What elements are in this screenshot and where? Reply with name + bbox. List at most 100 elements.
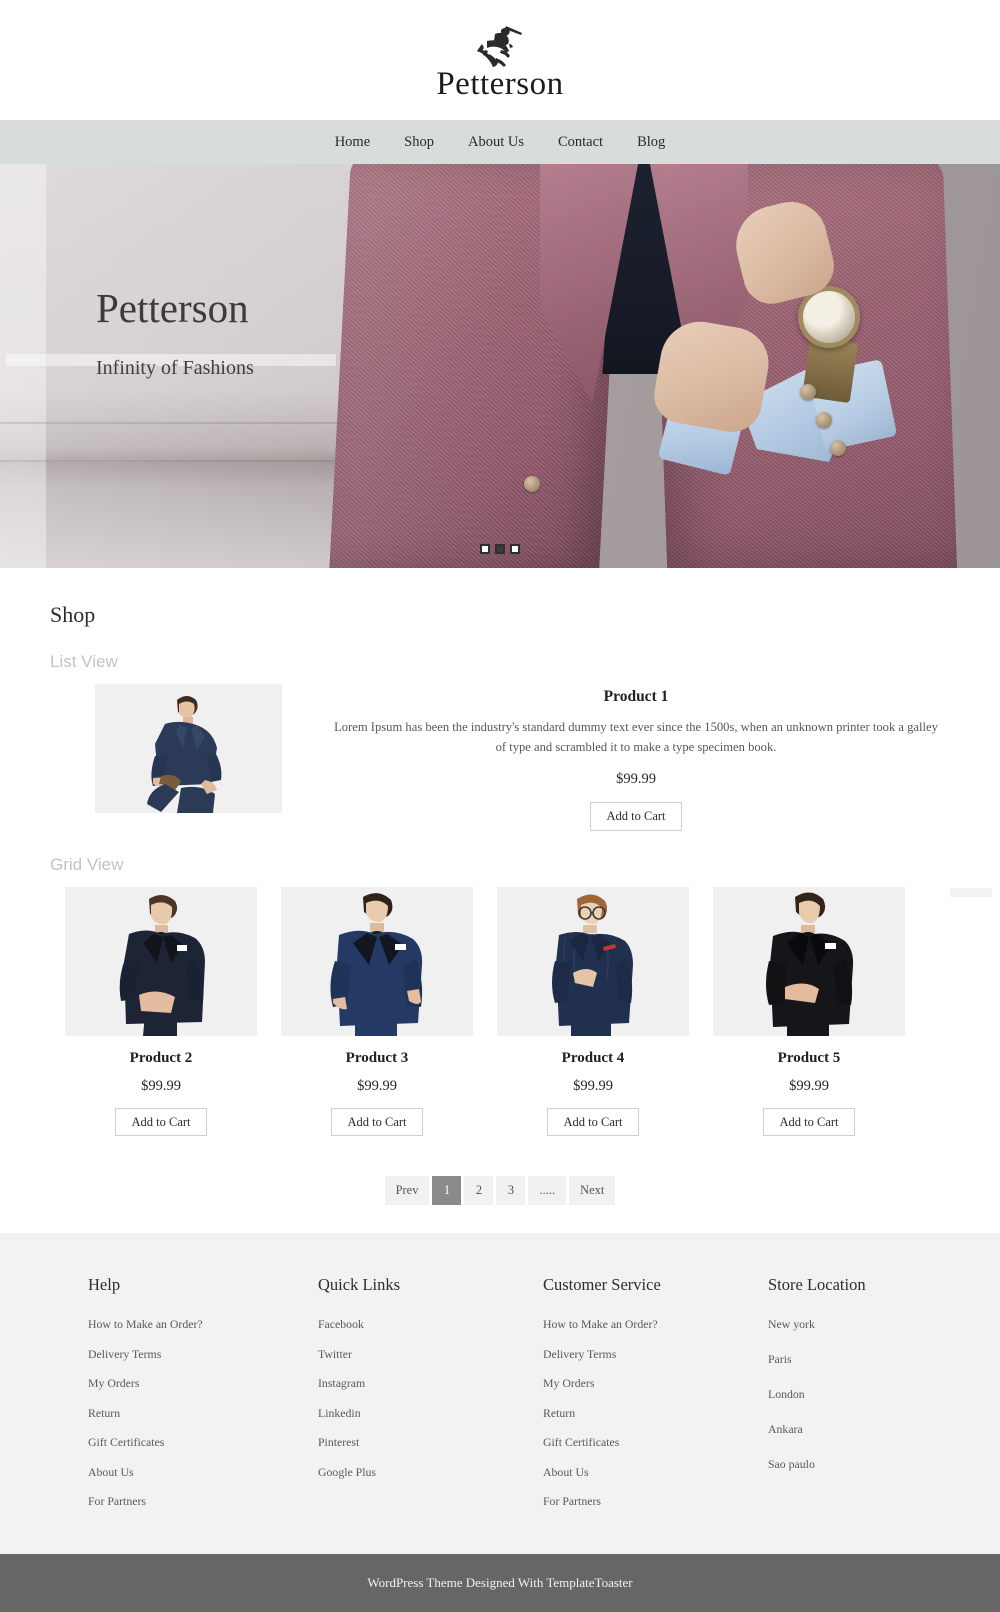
product-4-price: $99.99 bbox=[573, 1077, 613, 1094]
footer-title-customer-service: Customer Service bbox=[543, 1275, 661, 1295]
product-2-price: $99.99 bbox=[141, 1077, 181, 1094]
product-2-add-to-cart-button[interactable]: Add to Cart bbox=[115, 1107, 207, 1137]
footer-column-help: Help How to Make an Order? Delivery Term… bbox=[40, 1275, 270, 1524]
footer-title-quick-links: Quick Links bbox=[318, 1275, 401, 1295]
pagination-page-1[interactable]: 1 bbox=[432, 1176, 462, 1206]
footer-link-linkedin[interactable]: Linkedin bbox=[318, 1406, 495, 1421]
site-footer: Help How to Make an Order? Delivery Term… bbox=[0, 1233, 1000, 1554]
hero-subtitle: Infinity of Fashions bbox=[96, 357, 254, 380]
footer-link-twitter[interactable]: Twitter bbox=[318, 1347, 495, 1362]
nav-list: Home Shop About Us Contact Blog bbox=[318, 120, 683, 164]
edge-artifact bbox=[950, 888, 992, 897]
product-3-price: $99.99 bbox=[357, 1077, 397, 1094]
nav-item-home[interactable]: Home bbox=[318, 120, 387, 164]
page-root: Petterson Home Shop About Us Contact Blo… bbox=[0, 0, 1000, 1612]
product-card-2: Product 2 $99.99 Add to Cart bbox=[65, 886, 257, 1137]
logo-text: Petterson bbox=[436, 65, 564, 102]
slider-dot-3[interactable] bbox=[510, 544, 520, 554]
man-in-blue-tuxedo-bowtie-illustration bbox=[281, 886, 473, 1036]
footer-bottom-bar: WordPress Theme Designed With TemplateTo… bbox=[0, 1553, 1000, 1612]
hero-slider: Petterson Infinity of Fashions bbox=[0, 164, 1000, 568]
product-1-price: $99.99 bbox=[616, 771, 656, 788]
footer-cs-link-about-us[interactable]: About Us bbox=[543, 1465, 720, 1480]
slider-dot-2[interactable] bbox=[495, 544, 505, 554]
product-2-title: Product 2 bbox=[129, 1049, 193, 1066]
product-1-image[interactable] bbox=[95, 684, 282, 813]
product-3-title: Product 3 bbox=[345, 1049, 409, 1066]
nav-item-contact[interactable]: Contact bbox=[541, 120, 620, 164]
footer-cs-link-delivery-terms[interactable]: Delivery Terms bbox=[543, 1347, 720, 1362]
product-1-title: Product 1 bbox=[603, 688, 669, 705]
product-list-row: Product 1 Lorem Ipsum has been the indus… bbox=[50, 684, 950, 831]
pagination-page-2[interactable]: 2 bbox=[464, 1176, 494, 1206]
man-in-navy-suit-seated-illustration bbox=[95, 684, 282, 813]
footer-location-ankara[interactable]: Ankara bbox=[768, 1422, 960, 1437]
footer-cs-link-how-to-make-an-order[interactable]: How to Make an Order? bbox=[543, 1317, 720, 1332]
footer-link-pinterest[interactable]: Pinterest bbox=[318, 1435, 495, 1450]
hero-title: Petterson bbox=[96, 285, 249, 331]
site-header: Petterson bbox=[0, 0, 1000, 120]
product-5-image[interactable] bbox=[713, 886, 905, 1036]
hero-caption: Petterson Infinity of Fashions bbox=[96, 285, 254, 380]
footer-link-delivery-terms[interactable]: Delivery Terms bbox=[88, 1347, 270, 1362]
footer-column-store-location: Store Location New york Paris London Ank… bbox=[720, 1275, 960, 1524]
footer-column-customer-service: Customer Service How to Make an Order? D… bbox=[495, 1275, 720, 1524]
nav-item-blog[interactable]: Blog bbox=[620, 120, 682, 164]
man-in-navy-tuxedo-hands-clasped-illustration bbox=[65, 886, 257, 1036]
product-1-info: Product 1 Lorem Ipsum has been the indus… bbox=[282, 684, 950, 831]
product-4-add-to-cart-button[interactable]: Add to Cart bbox=[547, 1107, 639, 1137]
product-5-title: Product 5 bbox=[777, 1049, 841, 1066]
footer-title-help: Help bbox=[88, 1275, 121, 1295]
footer-location-london[interactable]: London bbox=[768, 1387, 960, 1402]
product-5-add-to-cart-button[interactable]: Add to Cart bbox=[763, 1107, 855, 1137]
footer-cs-link-gift-certificates[interactable]: Gift Certificates bbox=[543, 1435, 720, 1450]
pagination: Prev 1 2 3 ..... Next bbox=[50, 1176, 950, 1206]
page-title: Shop bbox=[50, 602, 96, 627]
pagination-page-3[interactable]: 3 bbox=[496, 1176, 526, 1206]
footer-link-facebook[interactable]: Facebook bbox=[318, 1317, 495, 1332]
pagination-next-button[interactable]: Next bbox=[569, 1176, 616, 1206]
shop-section: Shop List View Product 1 Lorem Ipsum has… bbox=[0, 568, 1000, 1234]
footer-link-gift-certificates[interactable]: Gift Certificates bbox=[88, 1435, 270, 1450]
footer-link-about-us[interactable]: About Us bbox=[88, 1465, 270, 1480]
product-card-5: Product 5 $99.99 Add to Cart bbox=[713, 886, 905, 1137]
man-with-glasses-navy-suit-illustration bbox=[497, 886, 689, 1036]
product-2-image[interactable] bbox=[65, 886, 257, 1036]
slider-dot-1[interactable] bbox=[480, 544, 490, 554]
footer-columns: Help How to Make an Order? Delivery Term… bbox=[40, 1275, 960, 1524]
nav-item-about-us[interactable]: About Us bbox=[451, 120, 541, 164]
product-1-description: Lorem Ipsum has been the industry's stan… bbox=[334, 720, 938, 754]
product-3-add-to-cart-button[interactable]: Add to Cart bbox=[331, 1107, 423, 1137]
nav-item-shop[interactable]: Shop bbox=[387, 120, 451, 164]
product-grid: Product 2 $99.99 Add to Cart Product 3 $… bbox=[50, 886, 950, 1137]
product-4-image[interactable] bbox=[497, 886, 689, 1036]
product-1-add-to-cart-button[interactable]: Add to Cart bbox=[590, 802, 682, 831]
footer-location-new-york[interactable]: New york bbox=[768, 1317, 960, 1332]
product-4-title: Product 4 bbox=[561, 1049, 625, 1066]
slider-indicators bbox=[0, 544, 1000, 554]
pagination-ellipsis[interactable]: ..... bbox=[528, 1176, 567, 1206]
pagination-prev-button[interactable]: Prev bbox=[384, 1176, 430, 1206]
footer-link-return[interactable]: Return bbox=[88, 1406, 270, 1421]
footer-link-how-to-make-an-order[interactable]: How to Make an Order? bbox=[88, 1317, 270, 1332]
footer-cs-link-return[interactable]: Return bbox=[543, 1406, 720, 1421]
footer-location-sao-paulo[interactable]: Sao paulo bbox=[768, 1457, 960, 1472]
main-navigation: Home Shop About Us Contact Blog bbox=[0, 120, 1000, 164]
site-logo[interactable]: Petterson bbox=[436, 20, 563, 101]
footer-cs-link-for-partners[interactable]: For Partners bbox=[543, 1494, 720, 1509]
product-card-4: Product 4 $99.99 Add to Cart bbox=[497, 886, 689, 1137]
footer-title-store-location: Store Location bbox=[768, 1275, 866, 1295]
knight-on-horseback-icon bbox=[476, 25, 522, 67]
footer-link-instagram[interactable]: Instagram bbox=[318, 1376, 495, 1391]
man-in-black-tuxedo-illustration bbox=[713, 886, 905, 1036]
product-3-image[interactable] bbox=[281, 886, 473, 1036]
footer-link-google-plus[interactable]: Google Plus bbox=[318, 1465, 495, 1480]
product-5-price: $99.99 bbox=[789, 1077, 829, 1094]
product-card-3: Product 3 $99.99 Add to Cart bbox=[281, 886, 473, 1137]
footer-cs-link-my-orders[interactable]: My Orders bbox=[543, 1376, 720, 1391]
list-view-label: List View bbox=[50, 652, 118, 671]
footer-link-for-partners[interactable]: For Partners bbox=[88, 1494, 270, 1509]
footer-location-paris[interactable]: Paris bbox=[768, 1352, 960, 1367]
grid-view-label: Grid View bbox=[50, 854, 124, 874]
footer-link-my-orders[interactable]: My Orders bbox=[88, 1376, 270, 1391]
